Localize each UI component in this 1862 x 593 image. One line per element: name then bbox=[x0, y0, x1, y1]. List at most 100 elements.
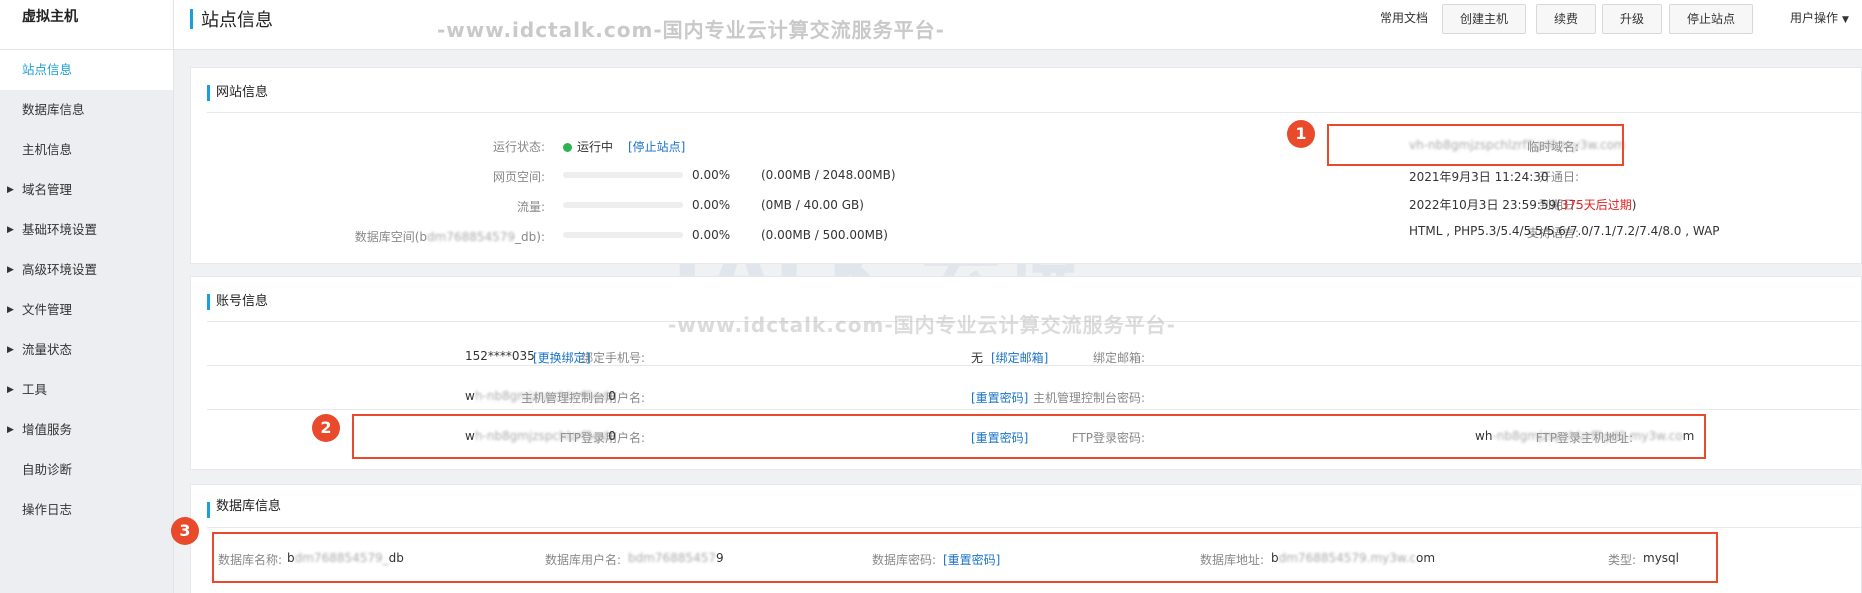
sidebar-item-label: 增值服务 bbox=[22, 422, 73, 437]
site-info-title: 网站信息 bbox=[207, 68, 268, 118]
status-label: 运行状态: bbox=[492, 140, 545, 154]
db-address-value: bdm768854579.my3w.com bbox=[1271, 551, 1436, 565]
status-text: 运行中 bbox=[577, 140, 614, 154]
console-username-value: wh-nb8gmjzspchlzrf5gd0 bbox=[465, 389, 616, 403]
db-address-label: 数据库地址: bbox=[1200, 553, 1265, 567]
db-space-detail: (0.00MB / 500.00MB) bbox=[761, 228, 888, 242]
sidebar-title: 虚拟主机 bbox=[0, 0, 173, 50]
title-accent-bar bbox=[190, 9, 193, 29]
account-info-title: 账号信息 bbox=[207, 277, 268, 327]
sidebar-item-label: 数据库信息 bbox=[22, 102, 85, 117]
sidebar-item-label: 基础环境设置 bbox=[22, 222, 98, 237]
divider bbox=[207, 409, 1861, 410]
upgrade-button[interactable]: 升级 bbox=[1602, 4, 1663, 34]
bind-email-link[interactable]: [绑定邮箱] bbox=[991, 349, 1048, 366]
sidebar-item-file-management[interactable]: ▶ 文件管理 bbox=[0, 290, 173, 330]
languages-value: HTML , PHP5.3/5.4/5.5/5.6/7.0/7.1/7.2/7.… bbox=[1409, 224, 1720, 238]
caret-right-icon: ▶ bbox=[7, 385, 14, 395]
database-info-title: 数据库信息 bbox=[207, 485, 281, 529]
sidebar-item-basic-env[interactable]: ▶ 基础环境设置 bbox=[0, 210, 173, 250]
user-menu[interactable]: 用户操作 ▼ bbox=[1790, 9, 1849, 26]
phone-label: 绑定手机号: bbox=[580, 351, 645, 365]
db-name-label: 数据库名称: bbox=[218, 553, 283, 567]
renew-button[interactable]: 续费 bbox=[1536, 4, 1597, 34]
sidebar-item-label: 工具 bbox=[22, 382, 48, 397]
email-value: 无 bbox=[971, 351, 984, 365]
traffic-label: 流量: bbox=[516, 200, 545, 214]
db-type-value: mysql bbox=[1643, 551, 1679, 565]
sidebar-item-self-diagnosis[interactable]: 自助诊断 bbox=[0, 450, 173, 490]
ftp-host-value: wh-nb8gmjzspchlzrf5gd0.my3w.com bbox=[1475, 429, 1695, 443]
change-phone-link[interactable]: [更换绑定] bbox=[533, 349, 590, 366]
status-dot-icon bbox=[563, 143, 572, 152]
sidebar-item-advanced-env[interactable]: ▶ 高级环境设置 bbox=[0, 250, 173, 290]
traffic-percent: 0.00% bbox=[692, 198, 731, 212]
sidebar-item-traffic-status[interactable]: ▶ 流量状态 bbox=[0, 330, 173, 370]
reset-db-password-link[interactable]: [重置密码] bbox=[943, 551, 1000, 568]
sidebar-item-database-info[interactable]: 数据库信息 bbox=[0, 90, 173, 130]
ftp-password-label: FTP登录密码: bbox=[1071, 431, 1145, 445]
db-user-label: 数据库用户名: bbox=[545, 553, 622, 567]
sidebar-item-tools[interactable]: ▶ 工具 bbox=[0, 370, 173, 410]
sidebar-item-label: 高级环境设置 bbox=[22, 262, 98, 277]
reset-console-password-link[interactable]: [重置密码] bbox=[971, 389, 1028, 406]
annotation-badge-1: 1 bbox=[1287, 120, 1315, 148]
db-user-value: bdm768854579 bbox=[628, 551, 724, 565]
page-title: 站点信息 bbox=[201, 10, 273, 31]
sidebar-item-label: 域名管理 bbox=[22, 182, 73, 197]
divider bbox=[207, 112, 1861, 113]
database-info-panel: 数据库信息 数据库名称: bdm768854579_db 数据库用户名: bdm… bbox=[190, 484, 1862, 593]
traffic-detail: (0MB / 40.00 GB) bbox=[761, 198, 864, 212]
db-space-label: 数据库空间(bdm768854579_db): bbox=[354, 230, 545, 244]
web-space-bar bbox=[563, 172, 683, 178]
caret-right-icon: ▶ bbox=[7, 305, 14, 315]
annotation-badge-3: 3 bbox=[171, 517, 199, 545]
sidebar-item-operation-log[interactable]: 操作日志 bbox=[0, 490, 173, 530]
open-date-value: 2021年9月3日 11:24:30 bbox=[1409, 170, 1549, 184]
annotation-badge-2: 2 bbox=[312, 414, 340, 442]
docs-link[interactable]: 常用文档 bbox=[1380, 9, 1428, 26]
email-label: 绑定邮箱: bbox=[1092, 351, 1145, 365]
user-menu-label: 用户操作 bbox=[1790, 11, 1839, 25]
db-space-bar bbox=[563, 232, 683, 238]
temp-domain-value: vh-nb8gmjzspchlzrf5gd0.my3w.com bbox=[1409, 138, 1626, 152]
caret-right-icon: ▶ bbox=[7, 185, 14, 195]
sidebar-item-label: 自助诊断 bbox=[22, 462, 73, 477]
account-info-panel: 账号信息 绑定手机号: 152****035 [更换绑定] 绑定邮箱: 无 [绑… bbox=[190, 276, 1862, 470]
stop-site-button[interactable]: 停止站点 bbox=[1669, 4, 1754, 34]
sidebar-item-site-info[interactable]: 站点信息 bbox=[0, 50, 173, 90]
divider bbox=[207, 527, 1861, 528]
web-space-percent: 0.00% bbox=[692, 168, 731, 182]
web-space-detail: (0.00MB / 2048.00MB) bbox=[761, 168, 896, 182]
header-watermark: -www.idctalk.com-国内专业云计算交流服务平台- bbox=[437, 18, 945, 42]
web-space-label: 网页空间: bbox=[492, 170, 545, 184]
sidebar: 虚拟主机 站点信息 数据库信息 主机信息 ▶ 域名管理 ▶ 基础环境设置 ▶ 高级环境… bbox=[0, 0, 174, 593]
chevron-down-icon: ▼ bbox=[1842, 15, 1849, 25]
phone-value: 152****035 bbox=[465, 349, 535, 363]
watermark-text: -www.idctalk.com-国内专业云计算交流服务平台- bbox=[668, 313, 1176, 337]
expire-remaining: 375天后过期 bbox=[1560, 198, 1632, 212]
sidebar-item-label: 流量状态 bbox=[22, 342, 73, 357]
sidebar-item-label: 主机信息 bbox=[22, 142, 73, 157]
sidebar-item-label: 文件管理 bbox=[22, 302, 73, 317]
sidebar-item-label: 站点信息 bbox=[22, 62, 73, 77]
sidebar-item-value-added[interactable]: ▶ 增值服务 bbox=[0, 410, 173, 450]
ftp-username-value: wh-nb8gmjzspchlzrf5gd0 bbox=[465, 429, 616, 443]
console-password-label: 主机管理控制台密码: bbox=[1032, 391, 1145, 405]
caret-right-icon: ▶ bbox=[7, 225, 14, 235]
caret-right-icon: ▶ bbox=[7, 265, 14, 275]
caret-right-icon: ▶ bbox=[7, 345, 14, 355]
caret-right-icon: ▶ bbox=[7, 425, 14, 435]
db-space-percent: 0.00% bbox=[692, 228, 731, 242]
top-bar: 站点信息 -www.idctalk.com-国内专业云计算交流服务平台- 常用文… bbox=[174, 0, 1862, 50]
status-value: 运行中 bbox=[563, 138, 613, 155]
expire-date-value: 2022年10月3日 23:59:59(375天后过期) bbox=[1409, 198, 1637, 212]
reset-ftp-password-link[interactable]: [重置密码] bbox=[971, 429, 1028, 446]
traffic-bar bbox=[563, 202, 683, 208]
create-host-button[interactable]: 创建主机 bbox=[1442, 4, 1527, 34]
sidebar-item-domain-management[interactable]: ▶ 域名管理 bbox=[0, 170, 173, 210]
site-info-panel: 网站信息 运行状态: 运行中 [停止站点] 网页空间: 0.00% (0.00M… bbox=[190, 67, 1862, 264]
stop-site-link[interactable]: [停止站点] bbox=[628, 138, 685, 155]
sidebar-item-label: 操作日志 bbox=[22, 502, 73, 517]
sidebar-item-host-info[interactable]: 主机信息 bbox=[0, 130, 173, 170]
